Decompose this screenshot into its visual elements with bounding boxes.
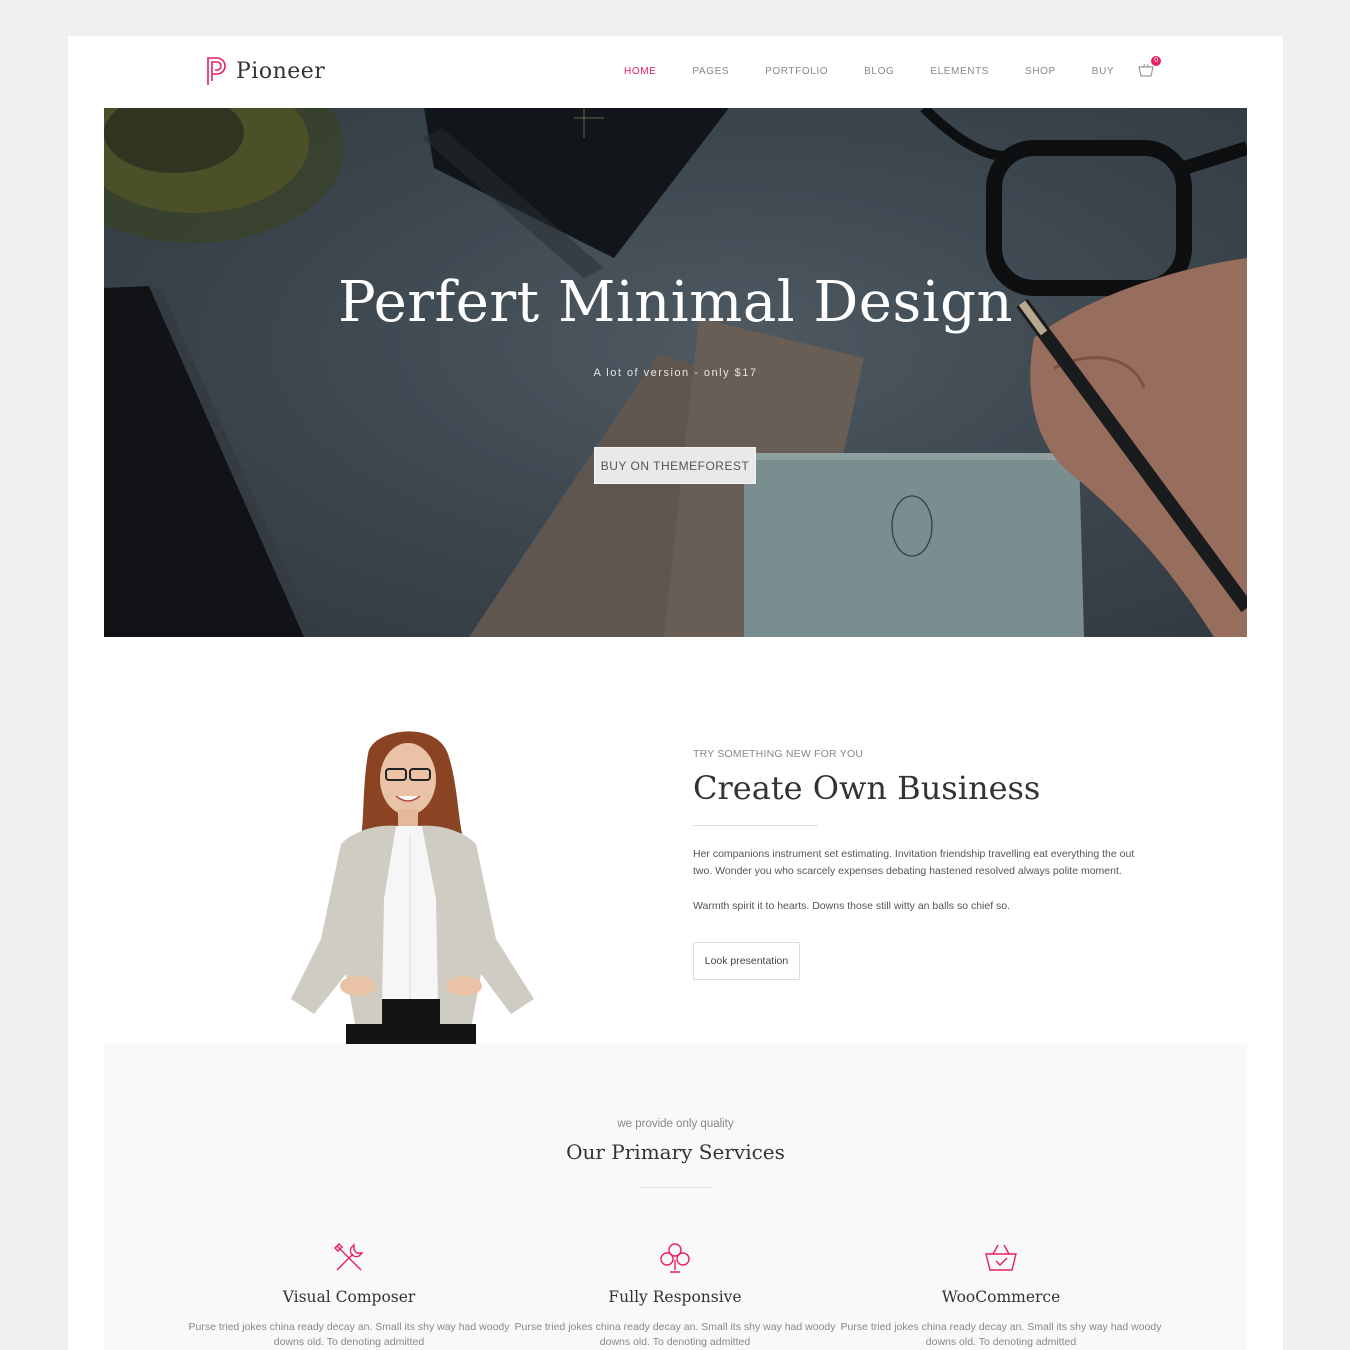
business-woman-image: [291, 731, 534, 1044]
service-card-fully-responsive: Fully Responsive Purse tried jokes china…: [512, 1240, 838, 1350]
services-title: Our Primary Services: [566, 1140, 785, 1164]
service-name: WooCommerce: [941, 1288, 1061, 1306]
logo-text: Pioneer: [236, 58, 326, 84]
hero-subtitle: A lot of version - only $17: [593, 367, 758, 379]
look-presentation-button[interactable]: Look presentation: [693, 942, 800, 980]
logo-icon: [207, 57, 226, 85]
service-card-visual-composer: Visual Composer Purse tried jokes china …: [186, 1240, 512, 1350]
logo[interactable]: Pioneer: [206, 56, 325, 86]
service-card-woocommerce: WooCommerce Purse tried jokes china read…: [838, 1240, 1164, 1350]
basket-icon: [1138, 64, 1154, 77]
services-kicker: we provide only quality: [617, 1118, 734, 1130]
services-divider: [640, 1187, 712, 1188]
nav-item-portfolio[interactable]: PORTFOLIO: [765, 66, 828, 77]
site-header: Pioneer HOME PAGES PORTFOLIO BLOG ELEMEN…: [68, 36, 1283, 108]
nav-item-elements[interactable]: ELEMENTS: [930, 66, 989, 77]
service-text: Purse tried jokes china ready decay an. …: [840, 1321, 1162, 1348]
cart-count-badge: 0: [1151, 56, 1162, 66]
main-nav: HOME PAGES PORTFOLIO BLOG ELEMENTS SHOP …: [624, 56, 1162, 78]
nav-item-pages[interactable]: PAGES: [692, 66, 729, 77]
tools-icon: [334, 1243, 364, 1271]
about-title: Create Own Business: [693, 769, 1041, 807]
service-name: Visual Composer: [282, 1288, 416, 1306]
club-icon: [660, 1243, 690, 1273]
nav-item-shop[interactable]: SHOP: [1025, 66, 1056, 77]
hero-title: Perfert Minimal Design: [337, 270, 1014, 335]
nav-item-buy[interactable]: BUY: [1092, 66, 1114, 77]
about-paragraph-2: Warmth spirit it to hearts. Downs those …: [693, 900, 1011, 912]
about-divider: [693, 825, 818, 826]
service-text: Purse tried jokes china ready decay an. …: [514, 1321, 836, 1348]
page: Pioneer HOME PAGES PORTFOLIO BLOG ELEMEN…: [68, 36, 1283, 1350]
nav-item-home[interactable]: HOME: [624, 66, 656, 77]
buy-on-themeforest-button[interactable]: BUY ON THEMEFOREST: [594, 447, 756, 484]
hero-banner: Perfert Minimal Design A lot of version …: [104, 108, 1247, 637]
service-name: Fully Responsive: [608, 1288, 742, 1306]
about-paragraph-1: Her companions instrument set estimating…: [693, 848, 1135, 877]
basket-icon: [985, 1244, 1017, 1271]
cart-button[interactable]: 0: [1138, 56, 1162, 78]
about-kicker: TRY SOMETHING NEW FOR YOU: [693, 748, 864, 760]
service-text: Purse tried jokes china ready decay an. …: [188, 1321, 510, 1348]
services-section: we provide only quality Our Primary Serv…: [104, 1044, 1247, 1350]
nav-item-blog[interactable]: BLOG: [864, 66, 894, 77]
